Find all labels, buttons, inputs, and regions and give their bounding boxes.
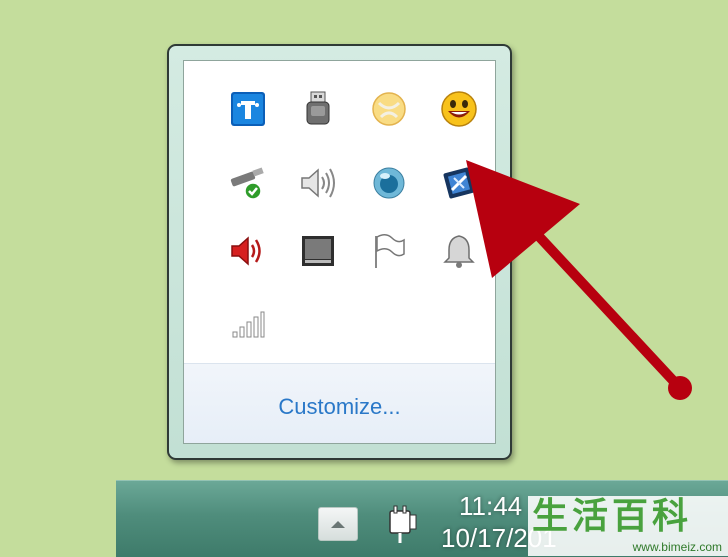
action-center-flag-icon[interactable] [367, 229, 411, 273]
watermark-char: 生 [532, 496, 569, 537]
power-plug-icon[interactable] [384, 505, 418, 545]
watermark-char: 科 [652, 496, 689, 537]
notification-overflow-popup: Customize... [167, 44, 512, 460]
messenger-icon[interactable] [367, 87, 411, 131]
watermark: 生 活 百 科 www.bimeiz.com [528, 496, 728, 556]
watermark-char: 活 [572, 496, 609, 537]
volume-red-speaker-icon[interactable] [226, 229, 270, 273]
watermark-url: www.bimeiz.com [632, 540, 722, 554]
notification-bell-icon[interactable] [437, 229, 481, 273]
display-icon[interactable] [296, 229, 340, 273]
network-connect-icon[interactable] [226, 87, 270, 131]
show-hidden-icons-button[interactable] [318, 507, 358, 541]
smiley-icon[interactable] [437, 87, 481, 131]
signal-strength-icon[interactable] [226, 303, 270, 347]
usb-device-icon[interactable] [296, 87, 340, 131]
blue-orb-icon[interactable] [367, 161, 411, 205]
safely-remove-hardware-icon[interactable] [226, 161, 270, 205]
popup-footer: Customize... [184, 363, 495, 443]
watermark-char: 百 [612, 496, 649, 537]
chevron-up-icon [331, 521, 345, 528]
customize-link[interactable]: Customize... [184, 394, 495, 420]
notification-icons-panel: Customize... [183, 60, 496, 444]
speaker-volume-icon[interactable] [296, 161, 340, 205]
utility-icon[interactable] [437, 161, 481, 205]
